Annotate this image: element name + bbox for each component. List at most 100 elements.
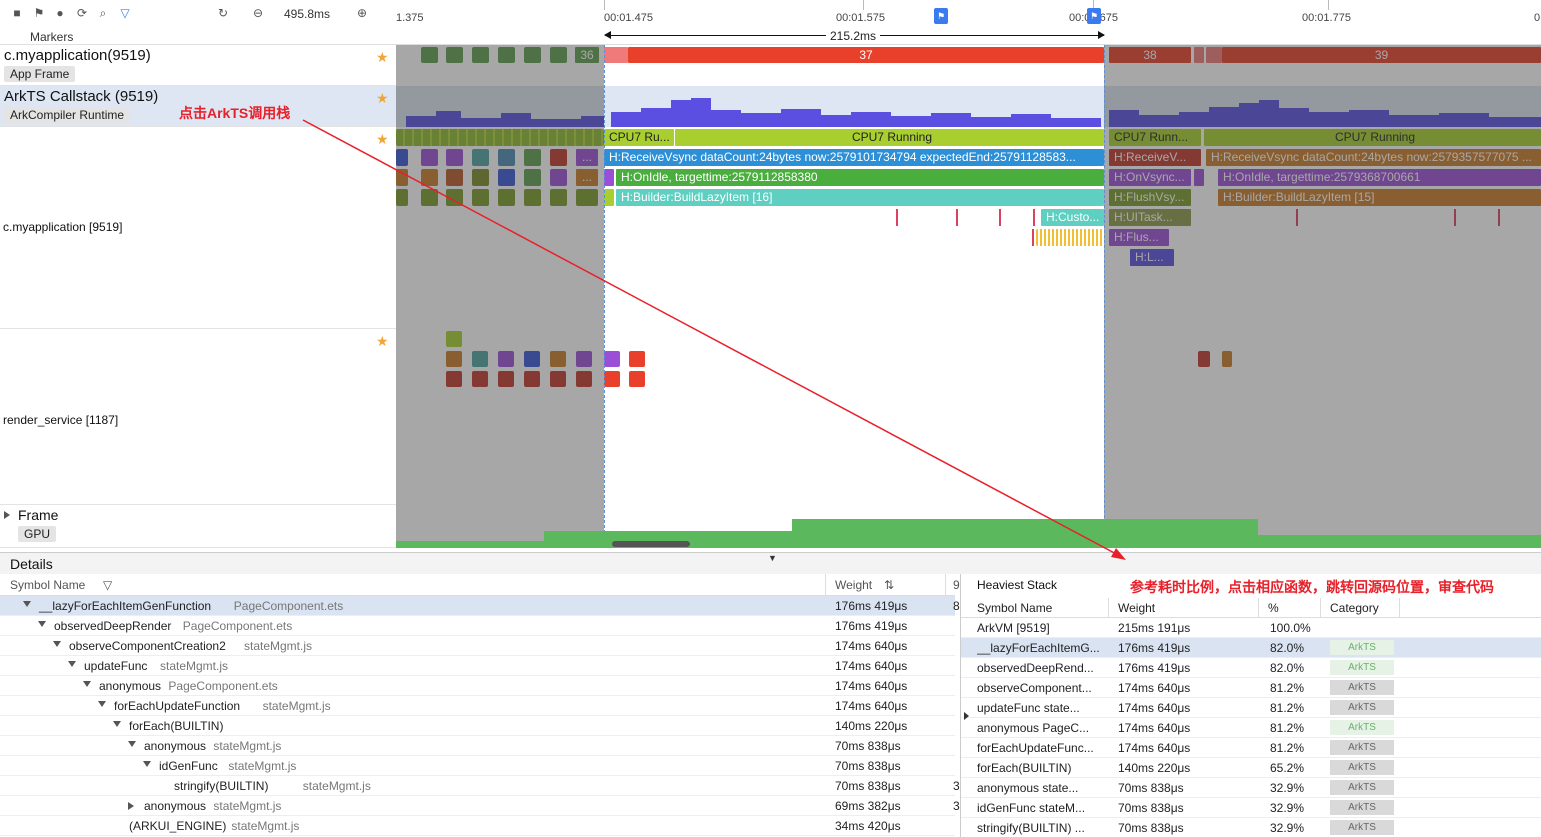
- tree-source-file[interactable]: stateMgmt.js: [213, 799, 281, 813]
- tree-row[interactable]: idGenFunc stateMgmt.js 70ms 838μs: [0, 756, 955, 776]
- tree-row[interactable]: __lazyForEachItemGenFunction PageComponen…: [0, 596, 955, 616]
- collapse-arrow-icon[interactable]: [98, 701, 106, 707]
- frame-37-prefix[interactable]: [604, 47, 628, 63]
- heaviest-row[interactable]: forEach(BUILTIN) 140ms 220μs 65.2% ArkTS: [961, 758, 1541, 778]
- heaviest-stack-title: Heaviest Stack: [977, 578, 1058, 592]
- cpu-running-slice[interactable]: CPU7 Running: [675, 129, 1104, 146]
- horizontal-scrollbar[interactable]: [612, 541, 690, 547]
- tree-row[interactable]: (ARKUI_ENGINE) stateMgmt.js 34ms 420μs: [0, 816, 955, 836]
- gpu-frame-graph[interactable]: [396, 505, 1541, 548]
- trace-slice[interactable]: [1036, 229, 1104, 246]
- column-category[interactable]: Category: [1330, 601, 1379, 615]
- tree-source-file[interactable]: stateMgmt.js: [303, 779, 371, 793]
- collapse-arrow-icon[interactable]: [83, 681, 91, 687]
- tree-row[interactable]: anonymous stateMgmt.js 70ms 838μs: [0, 736, 955, 756]
- column-weight[interactable]: Weight: [1118, 601, 1155, 615]
- tree-row[interactable]: forEachUpdateFunction stateMgmt.js 174ms 6…: [0, 696, 955, 716]
- tree-row[interactable]: anonymous PageComponent.ets 174ms 640μs: [0, 676, 955, 696]
- time-ruler[interactable]: 1.375 00:01.475 00:01.575 00:01.675 00:0…: [396, 0, 1541, 45]
- star-icon[interactable]: ★: [376, 333, 389, 350]
- row-frame[interactable]: Frame GPU: [0, 505, 396, 548]
- sort-icon[interactable]: ⇅: [884, 578, 894, 592]
- star-icon[interactable]: ★: [376, 49, 389, 66]
- bookmark-icon[interactable]: ●: [53, 6, 67, 20]
- flag-icon[interactable]: ⚑: [32, 6, 46, 20]
- build-lazy-item-slice[interactable]: H:Builder:BuildLazyItem [16]: [616, 189, 1104, 206]
- zoom-in-icon[interactable]: ⊕: [355, 6, 369, 20]
- start-flag-icon[interactable]: ⚑: [934, 8, 948, 24]
- row-title: Frame: [18, 507, 59, 523]
- tree-row[interactable]: stringify(BUILTIN) stateMgmt.js 70ms 838μs: [0, 776, 955, 796]
- tree-source-file[interactable]: stateMgmt.js: [231, 819, 299, 833]
- star-icon[interactable]: ★: [376, 90, 389, 107]
- zoom-out-icon[interactable]: ⊖: [251, 6, 265, 20]
- heaviest-row[interactable]: observeComponent... 174ms 640μs 81.2% ArkTS: [961, 678, 1541, 698]
- tree-row[interactable]: anonymous stateMgmt.js 69ms 382μs: [0, 796, 955, 816]
- trace-slice[interactable]: [604, 189, 614, 206]
- row-app-frame[interactable]: c.myapplication(9519) App Frame ★: [0, 45, 396, 86]
- category-badge: ArkTS: [1330, 680, 1394, 695]
- heaviest-row[interactable]: idGenFunc stateM... 70ms 838μs 32.9% ArkTS: [961, 798, 1541, 818]
- receive-vsync-slice[interactable]: H:ReceiveVsync dataCount:24bytes now:257…: [604, 149, 1104, 166]
- heaviest-row[interactable]: stringify(BUILTIN) ... 70ms 838μs 32.9% Ark…: [961, 818, 1541, 837]
- row-render-service[interactable]: render_service [1187] ★: [0, 329, 396, 505]
- tree-source-file[interactable]: stateMgmt.js: [263, 699, 331, 713]
- category-badge: ArkTS: [1330, 700, 1394, 715]
- row-main-thread[interactable]: c.myapplication [9519] ★: [0, 127, 396, 329]
- search-icon[interactable]: ⌕: [96, 6, 110, 20]
- expand-icon[interactable]: [4, 511, 10, 519]
- cpu-running-slice[interactable]: CPU7 Ru...: [604, 129, 674, 146]
- onidle-slice[interactable]: H:OnIdle, targettime:2579112858380: [616, 169, 1104, 186]
- frame-37[interactable]: 37: [628, 47, 1104, 63]
- expand-icon[interactable]: [964, 712, 969, 720]
- collapse-arrow-icon[interactable]: [113, 721, 121, 727]
- capture-icon[interactable]: ⟳: [75, 6, 89, 20]
- tree-source-file[interactable]: PageComponent.ets: [168, 679, 277, 693]
- reset-icon[interactable]: ↻: [216, 6, 230, 20]
- trace-slice[interactable]: [629, 371, 645, 387]
- stop-icon[interactable]: ■: [10, 6, 24, 20]
- trace-slice[interactable]: [629, 351, 645, 367]
- trace-slice[interactable]: [604, 351, 620, 367]
- tree-row[interactable]: observeComponentCreation2 stateMgmt.js 174…: [0, 636, 955, 656]
- tree-source-file[interactable]: stateMgmt.js: [213, 739, 281, 753]
- collapse-arrow-icon[interactable]: [38, 621, 46, 627]
- star-icon[interactable]: ★: [376, 131, 389, 148]
- tree-source-file[interactable]: stateMgmt.js: [244, 639, 312, 653]
- tree-row[interactable]: forEach(BUILTIN) 140ms 220μs: [0, 716, 955, 736]
- tree-source-file[interactable]: PageComponent.ets: [234, 599, 343, 613]
- tree-row[interactable]: observedDeepRender PageComponent.ets 176ms…: [0, 616, 955, 636]
- tree-source-file[interactable]: PageComponent.ets: [183, 619, 292, 633]
- selection-start-line: [604, 45, 605, 548]
- heaviest-row[interactable]: ArkVM [9519] 215ms 191μs 100.0%: [961, 618, 1541, 638]
- column-weight[interactable]: Weight: [835, 578, 872, 592]
- end-flag-icon[interactable]: ⚑: [1087, 8, 1101, 24]
- heaviest-row[interactable]: observedDeepRend... 176ms 419μs 82.0% ArkTS: [961, 658, 1541, 678]
- collapse-arrow-icon[interactable]: [23, 601, 31, 607]
- tree-source-file[interactable]: stateMgmt.js: [228, 759, 296, 773]
- annotation-click-callstack: 点击ArkTS调用栈: [179, 105, 291, 121]
- collapse-arrow-icon[interactable]: [68, 661, 76, 667]
- custom-slice[interactable]: H:Custo...: [1041, 209, 1104, 226]
- column-symbol-name[interactable]: Symbol Name: [10, 578, 85, 592]
- trace-slice[interactable]: [604, 371, 620, 387]
- column-percent[interactable]: %: [1268, 601, 1279, 615]
- tree-source-file[interactable]: stateMgmt.js: [160, 659, 228, 673]
- expand-arrow-icon[interactable]: [128, 802, 134, 810]
- heaviest-row[interactable]: anonymous PageC... 174ms 640μs 81.2% ArkTS: [961, 718, 1541, 738]
- filter-icon[interactable]: ▽: [103, 578, 112, 592]
- heaviest-row[interactable]: forEachUpdateFunc... 174ms 640μs 81.2% ArkT…: [961, 738, 1541, 758]
- collapse-arrow-icon[interactable]: [128, 741, 136, 747]
- heaviest-row[interactable]: __lazyForEachItemG... 176ms 419μs 82.0% Ark…: [961, 638, 1541, 658]
- collapse-arrow-icon[interactable]: [143, 761, 151, 767]
- heaviest-weight: 174ms 640μs: [1118, 681, 1191, 695]
- collapse-icon[interactable]: ▼: [768, 553, 777, 563]
- trace-tracks[interactable]: 36 37 38 39 CPU7 Ru... CPU7 Running CPU7: [396, 45, 1541, 548]
- trace-slice[interactable]: [604, 169, 614, 186]
- filter-icon[interactable]: ▽: [118, 6, 132, 20]
- heaviest-row[interactable]: anonymous state... 70ms 838μs 32.9% ArkTS: [961, 778, 1541, 798]
- column-symbol-name[interactable]: Symbol Name: [977, 601, 1052, 615]
- heaviest-row[interactable]: updateFunc state... 174ms 640μs 81.2% ArkTS: [961, 698, 1541, 718]
- collapse-arrow-icon[interactable]: [53, 641, 61, 647]
- tree-row[interactable]: updateFunc stateMgmt.js 174ms 640μs: [0, 656, 955, 676]
